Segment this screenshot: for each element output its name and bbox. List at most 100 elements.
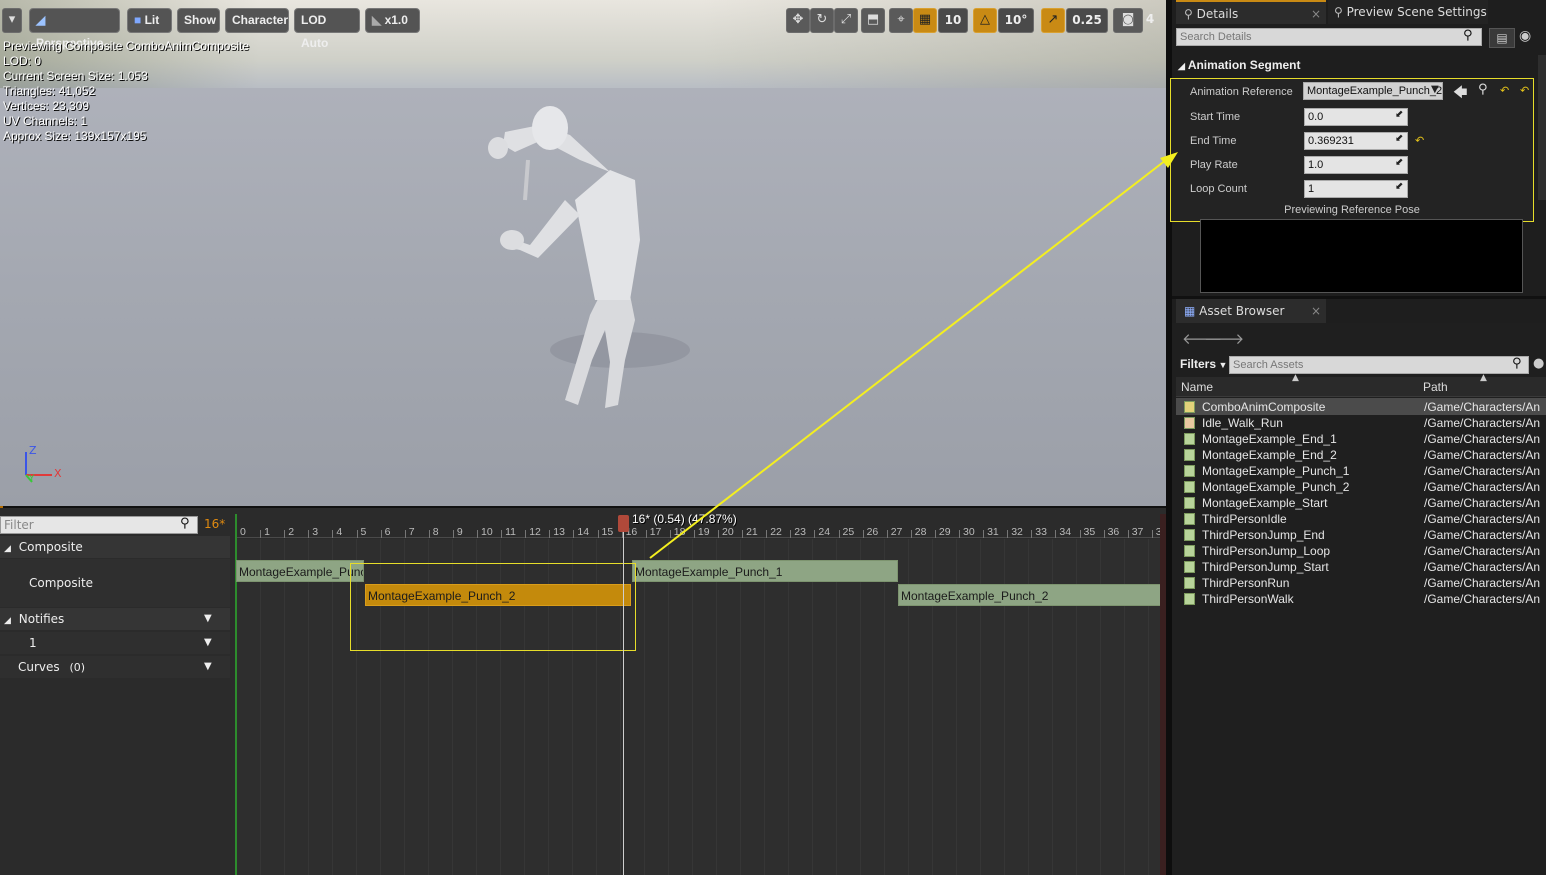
close-icon[interactable]: × bbox=[1311, 2, 1321, 26]
start-time-field[interactable]: 0.0 bbox=[1304, 108, 1408, 126]
ruler-tick-label: 35 bbox=[1083, 526, 1096, 538]
asset-row[interactable]: ThirdPersonIdle/Game/Characters/An bbox=[1182, 511, 1546, 527]
curves-dropdown-icon[interactable]: ▼ bbox=[204, 656, 212, 678]
speed-icon: ◣ bbox=[372, 13, 385, 27]
reset-icon[interactable]: ↶ bbox=[1415, 134, 1424, 147]
scale-snap-value[interactable]: 0.25 bbox=[1066, 8, 1108, 33]
end-time-field[interactable]: 0.369231 bbox=[1304, 132, 1408, 150]
mannequin-character bbox=[488, 106, 690, 408]
details-search-input[interactable]: Search Details bbox=[1176, 28, 1482, 46]
rotate-tool-button[interactable]: ↻ bbox=[810, 8, 834, 33]
anim-sequence-icon bbox=[1184, 593, 1195, 605]
animation-segment-section[interactable]: ◢ Animation Segment bbox=[1174, 55, 1536, 75]
ruler-tick-mark bbox=[1007, 530, 1009, 538]
ruler-tick-mark bbox=[886, 530, 888, 538]
ruler-tick-mark bbox=[308, 530, 310, 538]
notify-track-row[interactable]: 1 ▼ bbox=[0, 632, 230, 654]
camera-speed-value[interactable]: 4 bbox=[1140, 8, 1160, 33]
viewport-menu-button[interactable]: ▾ bbox=[2, 8, 22, 33]
preview-viewport[interactable]: ▾ ◢ Perspective ■ Lit Show Character LOD… bbox=[0, 0, 1166, 506]
grid-snap-toggle[interactable]: ▦ bbox=[913, 8, 937, 33]
asset-row[interactable]: MontageExample_Start/Game/Characters/An bbox=[1182, 495, 1546, 511]
filters-button[interactable]: Filters ▼ bbox=[1180, 357, 1227, 371]
play-rate-field[interactable]: 1.0 bbox=[1304, 156, 1408, 174]
composite-track-header[interactable]: ◢ Composite bbox=[0, 536, 230, 558]
show-button[interactable]: Show bbox=[177, 8, 220, 33]
reset-icon[interactable]: ↶ bbox=[1500, 84, 1509, 97]
column-path[interactable]: Path bbox=[1423, 380, 1448, 394]
grid-snap-value[interactable]: 10 bbox=[938, 8, 968, 33]
notifies-track-header[interactable]: ◢ Notifies ▼ bbox=[0, 608, 230, 630]
ruler-tick-mark bbox=[1103, 530, 1105, 538]
perspective-button[interactable]: ◢ Perspective bbox=[29, 8, 120, 50]
ruler-tick-label: 22 bbox=[770, 526, 782, 538]
ruler-tick-label: 21 bbox=[746, 526, 758, 538]
stat-vertices: Vertices: 23,309 bbox=[3, 99, 90, 113]
asset-row[interactable]: MontageExample_Punch_1/Game/Characters/A… bbox=[1182, 463, 1546, 479]
asset-row[interactable]: ThirdPersonWalk/Game/Characters/An bbox=[1182, 591, 1546, 607]
ruler-tick-mark bbox=[1055, 530, 1057, 538]
loop-count-field[interactable]: 1 bbox=[1304, 180, 1408, 198]
segment-montage-punch-1-b[interactable]: MontageExample_Punch_1 bbox=[632, 560, 898, 582]
scale-snap-toggle[interactable]: ↗ bbox=[1041, 8, 1065, 33]
ruler-tick-label: 19 bbox=[697, 526, 710, 538]
camera-speed-icon: ◙ bbox=[1121, 12, 1135, 27]
reset-default-icon[interactable]: ↶ bbox=[1520, 84, 1529, 97]
forward-arrow-icon[interactable]: 🡒 bbox=[1204, 329, 1244, 348]
tab-preview-scene-settings[interactable]: ⚲ Preview Scene Settings bbox=[1328, 0, 1488, 24]
asset-row[interactable]: MontageExample_End_1/Game/Characters/An bbox=[1182, 431, 1546, 447]
use-selected-arrow-icon[interactable]: 🡄 bbox=[1453, 82, 1467, 106]
asset-row[interactable]: ThirdPersonJump_End/Game/Characters/An bbox=[1182, 527, 1546, 543]
axis-y-label: Y bbox=[29, 474, 35, 484]
world-local-button[interactable]: ⬒ bbox=[861, 8, 885, 33]
view-options-button[interactable]: ▤ bbox=[1489, 28, 1515, 48]
rotation-snap-toggle[interactable]: △ bbox=[973, 8, 997, 33]
lit-button[interactable]: ■ Lit bbox=[127, 8, 172, 33]
animation-reference-combo[interactable]: MontageExample_Punch_2 bbox=[1303, 82, 1443, 100]
playhead-handle[interactable] bbox=[618, 515, 629, 532]
details-scrollbar[interactable] bbox=[1538, 55, 1546, 200]
user-icon[interactable]: ● bbox=[1533, 356, 1544, 371]
surface-snap-button[interactable]: ⌖ bbox=[889, 8, 913, 33]
playback-speed-button[interactable]: ◣ x1.0 bbox=[365, 8, 420, 33]
asset-row[interactable]: ThirdPersonRun/Game/Characters/An bbox=[1182, 575, 1546, 591]
segment-montage-punch-2-b[interactable]: MontageExample_Punch_2 bbox=[898, 584, 1166, 606]
rotation-snap-value[interactable]: 10° bbox=[998, 8, 1034, 33]
browse-icon[interactable]: ⚲ bbox=[1478, 82, 1488, 97]
composite-track-row[interactable]: Composite bbox=[0, 559, 230, 607]
segment-montage-punch-1-a[interactable]: MontageExample_Punch_1 bbox=[236, 560, 364, 582]
asset-row[interactable]: Idle_Walk_Run/Game/Characters/An bbox=[1182, 415, 1546, 431]
anim-sequence-icon bbox=[1184, 561, 1195, 573]
camera-speed-button[interactable]: ◙ bbox=[1113, 8, 1143, 33]
asset-name: MontageExample_End_1 bbox=[1202, 432, 1337, 446]
play-rate-label: Play Rate bbox=[1190, 159, 1238, 171]
tab-asset-browser[interactable]: ▦ Asset Browser × bbox=[1176, 299, 1326, 323]
asset-name: ThirdPersonJump_Start bbox=[1202, 560, 1329, 574]
ruler-tick-label: 7 bbox=[408, 526, 415, 538]
lod-button[interactable]: LOD Auto bbox=[294, 8, 360, 50]
ruler-tick-label: 12 bbox=[529, 526, 541, 538]
tab-details[interactable]: ⚲ Details × bbox=[1176, 0, 1326, 24]
column-name[interactable]: Name bbox=[1181, 380, 1213, 394]
ruler-tick-label: 9 bbox=[456, 526, 463, 538]
ruler-tick-label: 14 bbox=[577, 526, 590, 538]
track-filter-input[interactable]: Filter bbox=[0, 516, 198, 534]
asset-row[interactable]: ThirdPersonJump_Start/Game/Characters/An bbox=[1182, 559, 1546, 575]
ruler-tick-label: 27 bbox=[890, 526, 903, 538]
curves-track-header[interactable]: Curves (0) ▼ bbox=[0, 656, 230, 678]
eye-icon[interactable]: ◉ bbox=[1519, 28, 1531, 44]
ruler-tick-mark bbox=[452, 530, 454, 538]
notify-dropdown-icon[interactable]: ▼ bbox=[204, 632, 212, 654]
notifies-dropdown-icon[interactable]: ▼ bbox=[204, 608, 212, 630]
asset-row[interactable]: ThirdPersonJump_Loop/Game/Characters/An bbox=[1182, 543, 1546, 559]
ruler-tick-label: 28 bbox=[914, 526, 927, 538]
previewing-pose-label: Previewing Reference Pose bbox=[1284, 204, 1420, 216]
scale-tool-button[interactable]: ⤢ bbox=[834, 8, 858, 33]
close-icon[interactable]: × bbox=[1311, 299, 1321, 323]
asset-row[interactable]: MontageExample_End_2/Game/Characters/An bbox=[1182, 447, 1546, 463]
translate-tool-button[interactable]: ✥ bbox=[786, 8, 810, 33]
asset-search-input[interactable]: Search Assets bbox=[1229, 356, 1529, 374]
character-button[interactable]: Character bbox=[225, 8, 289, 33]
asset-row[interactable]: ComboAnimComposite/Game/Characters/An bbox=[1182, 399, 1546, 415]
asset-row[interactable]: MontageExample_Punch_2/Game/Characters/A… bbox=[1182, 479, 1546, 495]
